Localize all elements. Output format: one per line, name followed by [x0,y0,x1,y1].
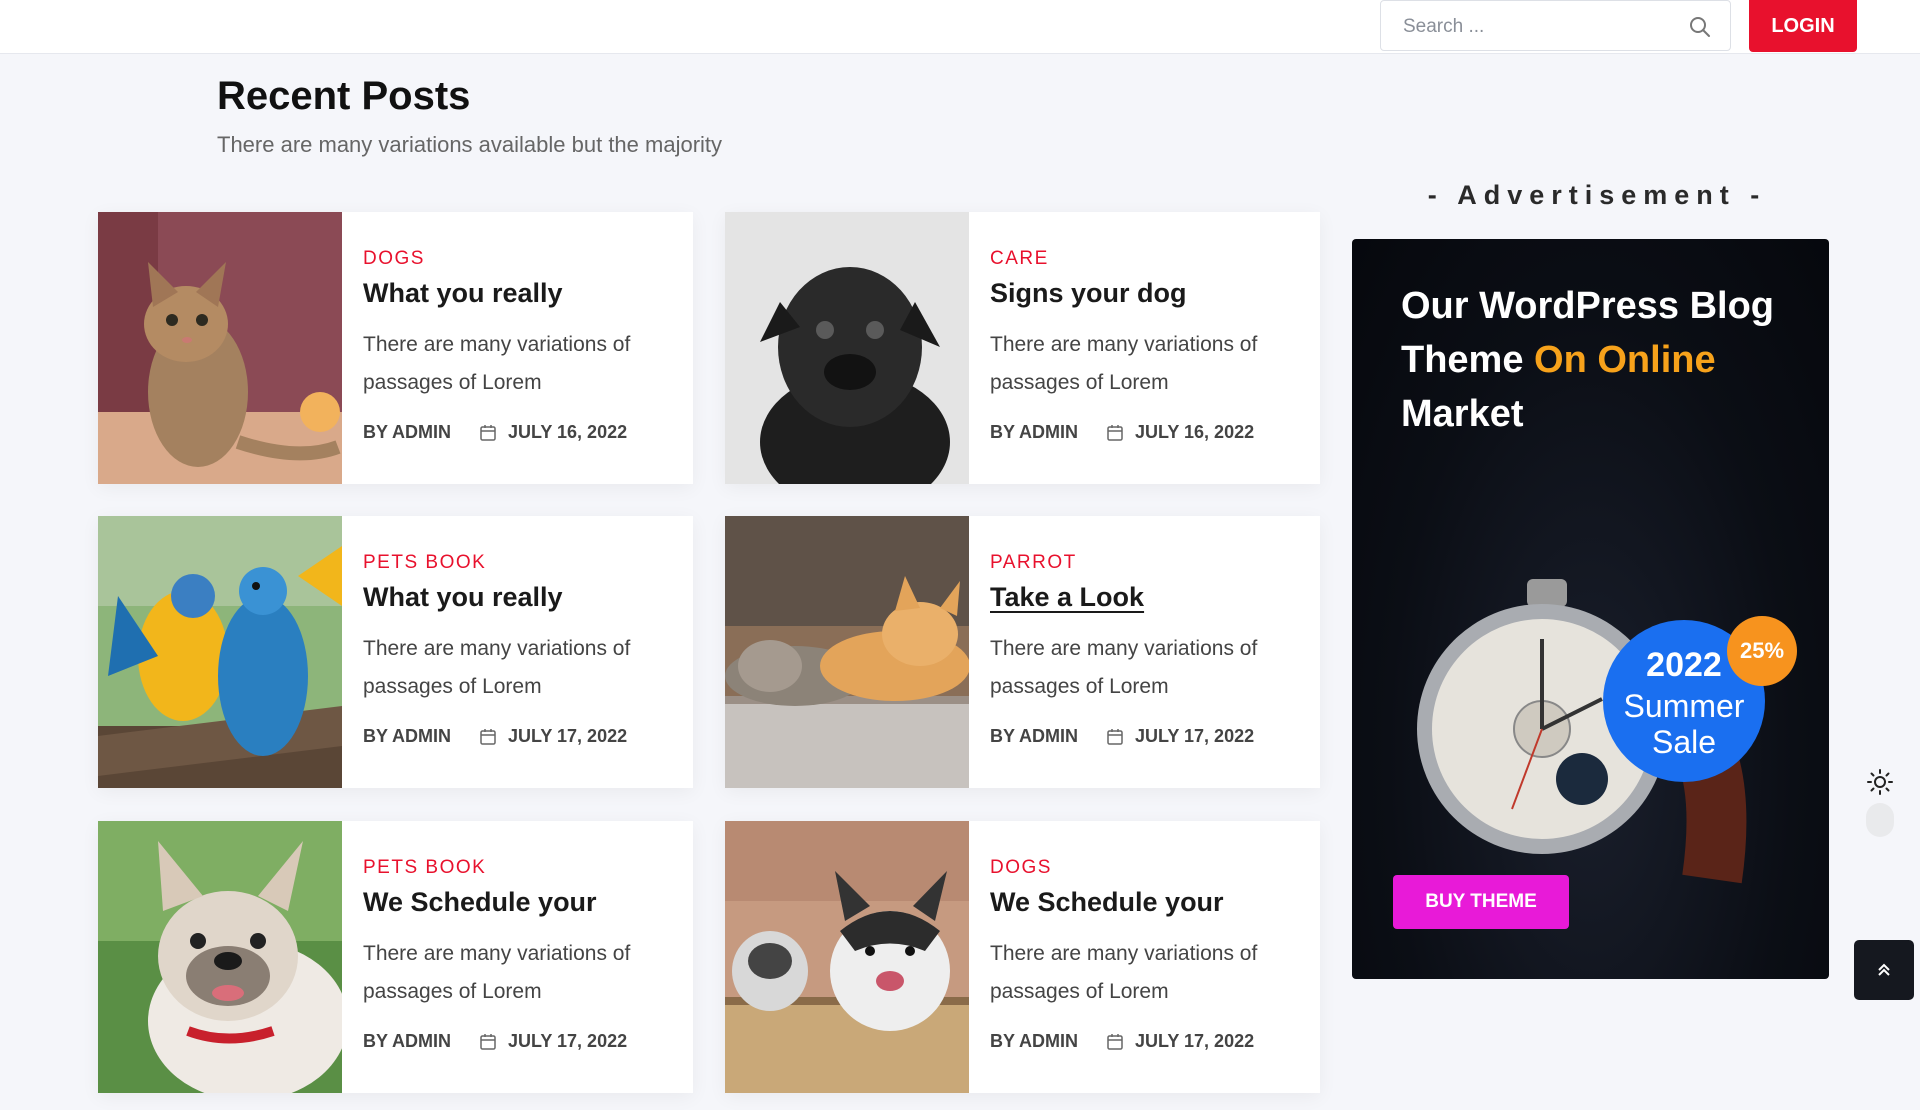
post-category-link[interactable]: DOGS [990,857,1052,879]
post-card[interactable]: PETS BOOK We Schedule your There are man… [98,821,693,1093]
post-author-link[interactable]: BY ADMIN [990,1031,1078,1052]
calendar-icon [480,1034,496,1050]
post-excerpt: There are many variations of passages of… [363,333,631,394]
post-image-husky[interactable] [725,821,969,1093]
login-button[interactable]: LOGIN [1749,0,1857,52]
post-card[interactable]: CARE Signs your dog There are many varia… [725,212,1320,484]
post-category-link[interactable]: PETS BOOK [363,857,486,879]
post-title-link[interactable]: We Schedule your [363,887,597,918]
discount-badge: 25% [1727,616,1797,686]
post-title-link[interactable]: We Schedule your [990,887,1224,918]
post-title-link[interactable]: What you really [363,582,563,613]
post-date-link[interactable]: JULY 17, 2022 [1135,1031,1254,1052]
ad-headline-part2: Market [1401,393,1524,435]
sun-icon[interactable] [1863,767,1897,839]
post-card[interactable]: DOGS We Schedule your There are many var… [725,821,1320,1093]
post-date-link[interactable]: JULY 17, 2022 [508,726,627,747]
calendar-icon [480,729,496,745]
post-card[interactable]: PARROT Take a Look There are many variat… [725,516,1320,788]
post-excerpt: There are many variations of passages of… [990,942,1258,1003]
sale-line-1: Summer [1623,688,1745,724]
post-image-bulldog[interactable] [98,821,342,1093]
search-input[interactable] [1401,13,1685,41]
post-excerpt: There are many variations of passages of… [363,942,631,1003]
post-excerpt: There are many variations of passages of… [990,637,1258,698]
post-category-link[interactable]: DOGS [363,248,425,270]
post-image-cats[interactable] [725,516,969,788]
chevron-double-up-icon [1878,963,1890,976]
search-icon[interactable] [1688,15,1712,39]
post-author-link[interactable]: BY ADMIN [363,1031,451,1052]
calendar-icon [1107,425,1123,441]
post-date-link[interactable]: JULY 16, 2022 [1135,422,1254,443]
post-date-link[interactable]: JULY 17, 2022 [508,1031,627,1052]
buy-theme-button[interactable]: BUY THEME [1393,875,1569,929]
advertisement-banner[interactable]: Our WordPress Blog Theme On Online Marke… [1352,239,1829,979]
post-category-link[interactable]: PARROT [990,552,1077,574]
post-author-link[interactable]: BY ADMIN [363,422,451,443]
ad-headline-highlight: On Online [1534,339,1716,381]
calendar-icon [1107,729,1123,745]
ad-headline: Our WordPress Blog Theme On Online Marke… [1401,279,1821,441]
post-date-link[interactable]: JULY 16, 2022 [508,422,627,443]
calendar-icon [480,425,496,441]
post-date-link[interactable]: JULY 17, 2022 [1135,726,1254,747]
post-author-link[interactable]: BY ADMIN [990,726,1078,747]
search-box[interactable] [1380,0,1731,51]
post-title-link[interactable]: Take a Look [990,582,1144,613]
post-card[interactable]: DOGS What you really There are many vari… [98,212,693,484]
post-author-link[interactable]: BY ADMIN [990,422,1078,443]
page-title: Recent Posts [217,74,471,118]
post-image-parrots[interactable] [98,516,342,788]
post-excerpt: There are many variations of passages of… [363,637,631,698]
post-image-kitten[interactable] [98,212,342,484]
top-bar: LOGIN [0,0,1920,54]
post-excerpt: There are many variations of passages of… [990,333,1258,394]
post-title-link[interactable]: What you really [363,278,563,309]
scroll-to-top-button[interactable] [1854,940,1914,1000]
sale-line-2: Sale [1651,724,1717,760]
advertisement-label: - Advertisement - [1427,180,1767,210]
post-category-link[interactable]: PETS BOOK [363,552,486,574]
post-category-link[interactable]: CARE [990,248,1049,270]
post-card[interactable]: PETS BOOK What you really There are many… [98,516,693,788]
post-title-link[interactable]: Signs your dog [990,278,1187,309]
calendar-icon [1107,1034,1123,1050]
post-author-link[interactable]: BY ADMIN [363,726,451,747]
page-subtitle: There are many variations available but … [217,132,723,157]
post-image-pug[interactable] [725,212,969,484]
